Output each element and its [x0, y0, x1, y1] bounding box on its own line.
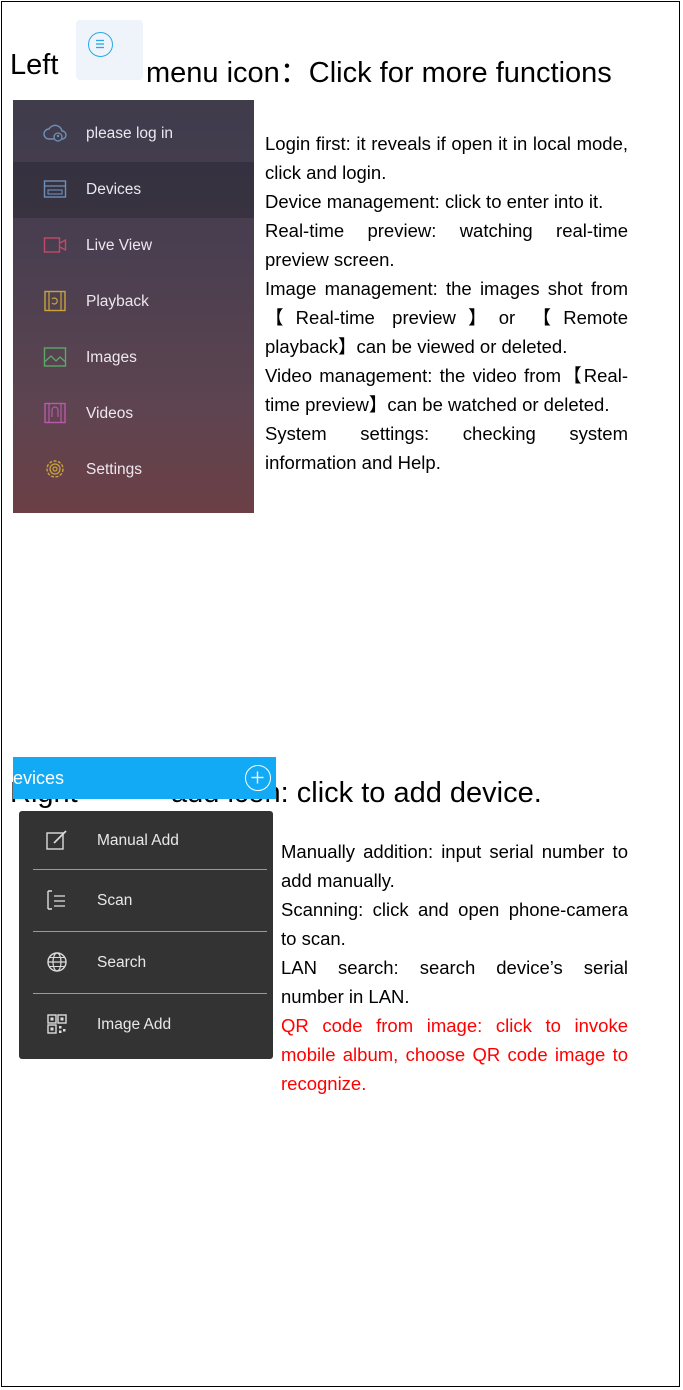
qr-code-icon [47, 1014, 67, 1034]
popup-divider [33, 869, 267, 870]
popup-item-search[interactable]: Search [19, 933, 273, 993]
left-description-block: Login first: it reveals if open it in lo… [265, 129, 628, 477]
popup-item-image-add[interactable]: Image Add [19, 995, 273, 1055]
right-description-block: Manually addition: input serial number t… [281, 837, 628, 1098]
popup-item-label: Scan [97, 892, 133, 909]
gear-icon [46, 460, 64, 478]
menu-item-label: Playback [86, 293, 149, 310]
menu-item-videos[interactable]: Videos [13, 386, 254, 442]
desc-manual-addition: Manually addition: input serial number t… [281, 841, 628, 891]
menu-item-label: please log in [86, 125, 174, 142]
menu-item-label: Live View [86, 237, 153, 254]
left-heading-prefix: Left [10, 49, 59, 81]
menu-item-settings[interactable]: Settings [13, 442, 254, 498]
desc-lan-search: LAN search: search device’s serial numbe… [281, 957, 628, 1007]
device-list-icon [43, 180, 67, 198]
desc-system-settings: System settings: checking system informa… [265, 423, 628, 473]
menu-icon-preview [76, 20, 143, 80]
popup-item-scan[interactable]: Scan [19, 871, 273, 931]
edit-icon [46, 830, 67, 850]
menu-item-login[interactable]: please log in [13, 106, 254, 162]
popup-divider [33, 931, 267, 932]
menu-item-playback[interactable]: Playback [13, 274, 254, 330]
menu-item-images[interactable]: Images [13, 330, 254, 386]
hamburger-menu-icon[interactable] [88, 32, 113, 57]
menu-item-live-view[interactable]: Live View [13, 218, 254, 274]
side-menu-screenshot: please log in Devices Live View Playback… [13, 100, 254, 513]
menu-item-devices[interactable]: Devices [13, 162, 254, 218]
popup-item-manual-add[interactable]: Manual Add [19, 811, 273, 871]
desc-device-management: Device management: click to enter into i… [265, 191, 604, 212]
globe-icon [47, 952, 67, 972]
desc-video-management: Video management: the video from【Real-ti… [265, 365, 628, 415]
left-heading-text: menu icon：Click for more functions [146, 57, 612, 89]
video-file-icon [44, 402, 66, 424]
devices-title-bar: evices [13, 757, 276, 799]
scan-icon [47, 890, 65, 910]
popup-item-label: Image Add [97, 1016, 172, 1033]
playback-film-icon [44, 290, 66, 312]
desc-real-time-preview: Real-time preview: watching real-time pr… [265, 220, 628, 270]
image-icon [43, 347, 67, 367]
devices-bar-title: evices [13, 768, 65, 788]
desc-login: Login first: it reveals if open it in lo… [265, 133, 628, 183]
popup-item-label: Search [97, 954, 147, 971]
menu-item-label: Videos [86, 405, 134, 422]
popup-item-label: Manual Add [97, 832, 179, 849]
popup-divider [33, 993, 267, 994]
video-camera-icon [43, 237, 67, 253]
desc-scanning: Scanning: click and open phone-camera to… [281, 899, 628, 949]
desc-image-management: Image management: the images shot from【R… [265, 278, 628, 357]
menu-item-label: Devices [86, 181, 142, 198]
add-device-button[interactable] [245, 765, 271, 791]
menu-item-label: Settings [86, 461, 143, 478]
cloud-user-icon [43, 124, 67, 142]
desc-qr-code-from-image: QR code from image: click to invoke mobi… [281, 1015, 628, 1094]
menu-item-label: Images [86, 349, 137, 366]
add-device-popup-menu: Manual Add Scan Search Image Add [19, 811, 273, 1059]
